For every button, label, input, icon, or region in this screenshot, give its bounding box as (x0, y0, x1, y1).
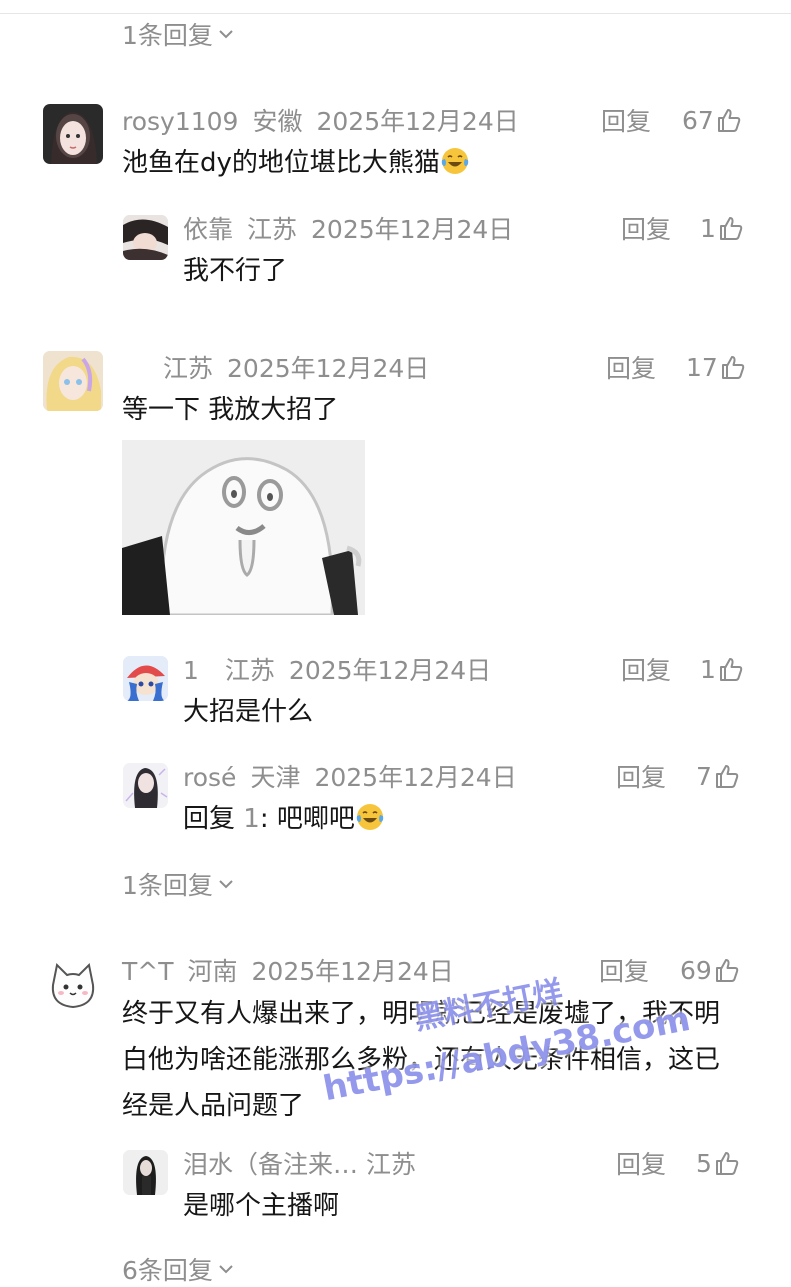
location: 江苏 (224, 656, 275, 685)
avatar-image (123, 763, 168, 808)
comment-meta: rosy1109 安徽 2025年12月24日 (122, 109, 533, 134)
expand-replies-button[interactable]: 6条回复 (122, 1251, 233, 1287)
like-button[interactable]: 1 (700, 656, 744, 682)
reply-button[interactable]: 回复 (621, 217, 671, 242)
avatar-image (43, 955, 103, 1015)
date: 2025年12月24日 (311, 215, 514, 244)
like-button[interactable]: 17 (686, 354, 746, 380)
date: 2025年12月24日 (314, 763, 517, 792)
avatar[interactable] (43, 104, 103, 164)
reply-button[interactable]: 回复 (599, 959, 649, 984)
thumbs-up-icon (719, 658, 743, 681)
comment-meta: 1 江苏 2025年12月24日 (183, 658, 505, 683)
like-button[interactable]: 7 (696, 763, 740, 789)
reply-to-user[interactable]: 1 (243, 804, 260, 834)
thumbs-up-icon (721, 356, 745, 379)
avatar[interactable] (123, 656, 168, 701)
reply-button[interactable]: 回复 (621, 658, 671, 683)
like-count: 1 (700, 654, 716, 684)
thumbs-up-icon (717, 109, 741, 132)
avatar-image (123, 656, 168, 701)
username[interactable]: 泪水（备注来… (183, 1150, 358, 1179)
avatar-image (123, 215, 168, 260)
thumbs-up-icon (715, 765, 739, 788)
chevron-down-icon (219, 1265, 233, 1274)
comment-text: 池鱼在dy的地位堪比大熊猫 (122, 140, 470, 186)
like-button[interactable]: 69 (680, 957, 740, 983)
tears-of-joy-emoji-icon (356, 804, 384, 830)
chevron-down-icon (219, 30, 233, 39)
username[interactable]: rosé (183, 763, 236, 792)
thumbs-up-icon (715, 959, 739, 982)
username[interactable]: T^T (122, 957, 174, 986)
tears-of-joy-emoji-icon (441, 148, 469, 174)
date: 2025年12月24日 (251, 957, 454, 986)
username[interactable]: 依靠 (183, 215, 233, 244)
username[interactable]: 1 (183, 656, 199, 685)
location: 江苏 (163, 354, 214, 383)
thumbs-up-icon (719, 217, 743, 240)
comment-meta: 依靠 江苏 2025年12月24日 (183, 217, 527, 242)
location: 天津 (250, 763, 301, 792)
thumbs-up-icon (715, 1152, 739, 1175)
reply-button[interactable]: 回复 (601, 109, 651, 134)
location: 安徽 (252, 107, 303, 136)
top-divider (0, 13, 791, 14)
avatar-image (123, 1150, 168, 1195)
sticker-image[interactable] (122, 440, 365, 615)
avatar-image (51, 112, 97, 164)
like-button[interactable]: 5 (696, 1150, 740, 1176)
comment-text: 大招是什么 (183, 697, 314, 727)
reply-button[interactable]: 回复 (616, 765, 666, 790)
location: 河南 (187, 957, 238, 986)
avatar[interactable] (123, 763, 168, 808)
avatar[interactable] (123, 215, 168, 260)
like-count: 5 (696, 1148, 712, 1178)
comment-text: 等一下 我放大招了 (122, 395, 339, 425)
like-count: 17 (686, 352, 718, 382)
comment-meta: T^T 河南 2025年12月24日 (122, 959, 468, 984)
reply-button[interactable]: 回复 (616, 1152, 666, 1177)
like-button[interactable]: 1 (700, 215, 744, 241)
like-count: 7 (696, 761, 712, 791)
sticker-graphic (122, 440, 365, 615)
chevron-down-icon (219, 880, 233, 889)
avatar-image (43, 351, 103, 411)
date: 2025年12月24日 (227, 354, 430, 383)
avatar[interactable] (43, 351, 103, 411)
username[interactable]: rosy1109 (122, 107, 238, 136)
avatar[interactable] (123, 1150, 168, 1195)
date: 2025年12月24日 (288, 656, 492, 685)
like-button[interactable]: 67 (682, 107, 742, 133)
avatar[interactable] (43, 955, 103, 1015)
date: 2025年12月24日 (316, 107, 519, 136)
comment-meta: rosé 天津 2025年12月24日 (183, 765, 531, 790)
like-count: 1 (700, 213, 716, 243)
comment-meta: 泪水（备注来… 江苏 (183, 1152, 430, 1177)
reply-prefix: 回复 (183, 804, 244, 834)
expand-replies-button[interactable]: 1条回复 (122, 866, 233, 902)
location: 江苏 (247, 215, 298, 244)
expand-replies-top[interactable]: 1条回复 (122, 16, 233, 52)
expand-replies-label: 1条回复 (122, 871, 213, 900)
location: 江苏 (366, 1150, 417, 1179)
expand-replies-label: 6条回复 (122, 1256, 213, 1285)
comment-text: 是哪个主播啊 (183, 1191, 340, 1221)
comment-text: 回复 1: 吧唧吧 (183, 796, 385, 842)
like-count: 67 (682, 105, 714, 135)
comment-text: 我不行了 (183, 256, 288, 286)
expand-replies-label: 1条回复 (122, 21, 213, 50)
comment-meta: 江苏 2025年12月24日 (163, 356, 443, 381)
reply-button[interactable]: 回复 (606, 356, 656, 381)
like-count: 69 (680, 955, 712, 985)
